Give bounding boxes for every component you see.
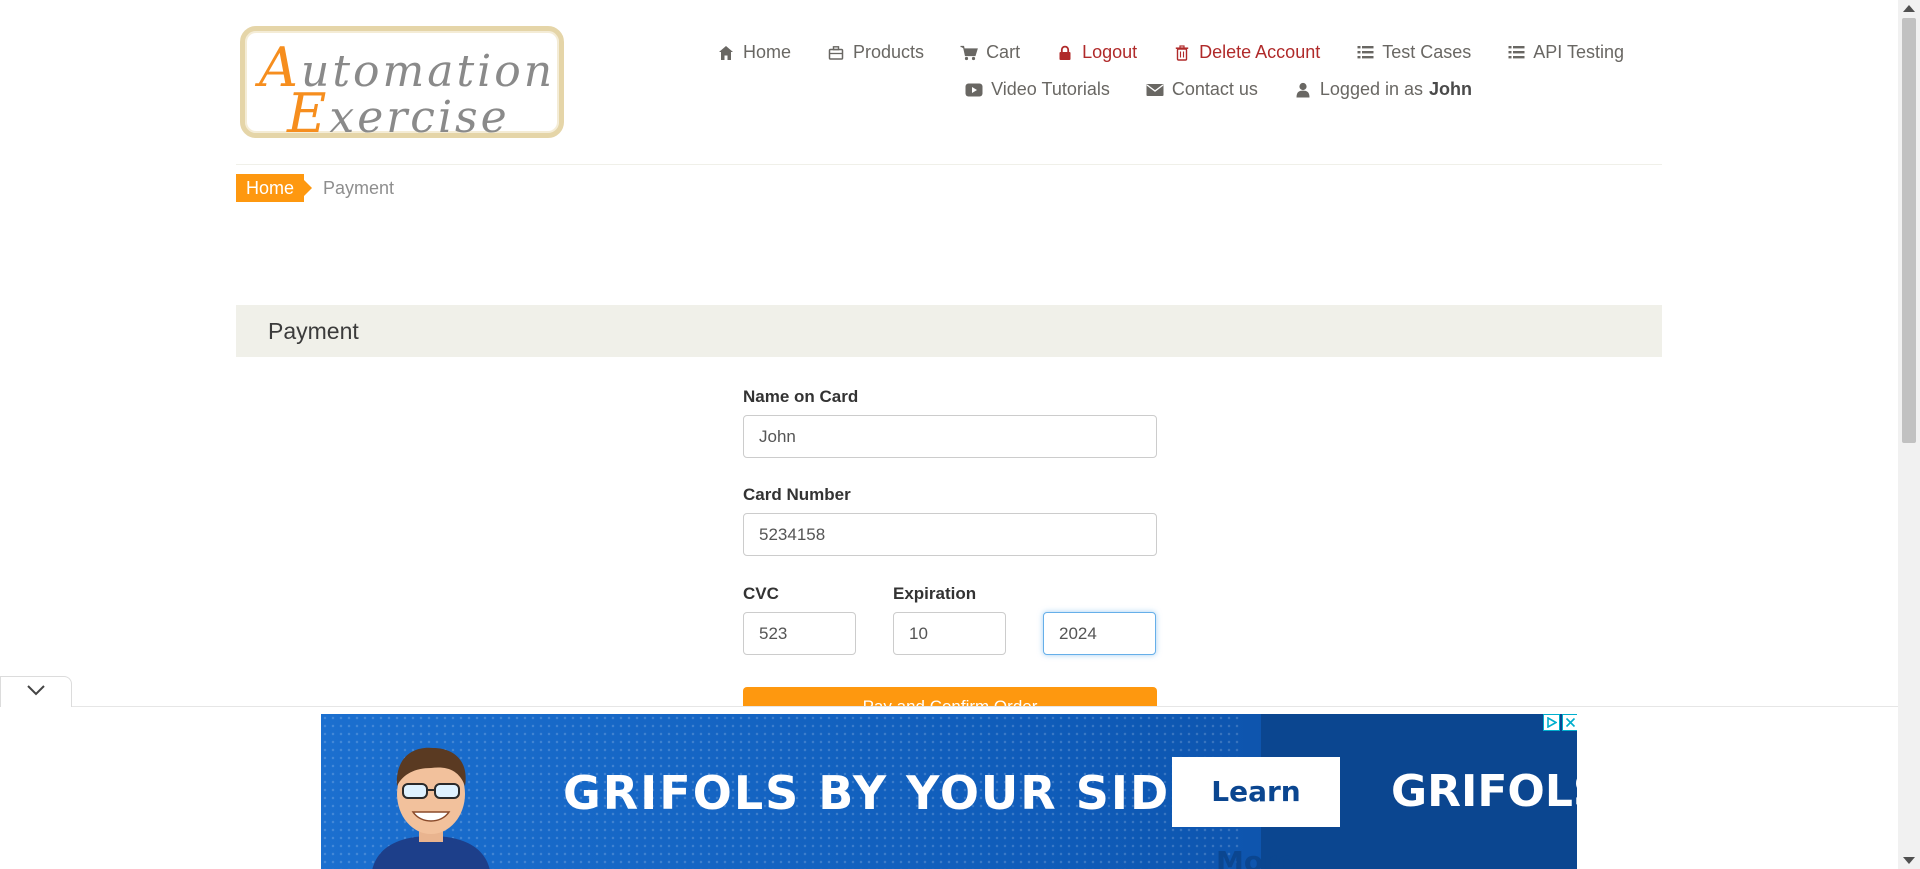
logged-in-username: John (1429, 79, 1472, 99)
cart-icon (960, 44, 978, 62)
card-number-label: Card Number (743, 485, 851, 504)
nav-label: Logged in as (1319, 79, 1423, 99)
nav-products[interactable]: Products (809, 38, 942, 67)
nav-test-cases[interactable]: Test Cases (1338, 38, 1489, 67)
close-icon[interactable] (1562, 714, 1577, 731)
nav-label: API Testing (1533, 42, 1624, 62)
ad-headline: GRIFOLS BY YOUR SIDE (563, 766, 1204, 820)
user-icon (1294, 81, 1312, 99)
card-number-input[interactable] (743, 513, 1157, 556)
nav-video-tutorials[interactable]: Video Tutorials (947, 75, 1128, 104)
scroll-thumb[interactable] (1902, 18, 1916, 443)
breadcrumb-home[interactable]: Home (236, 174, 313, 202)
expiration-label: Expiration (893, 584, 977, 603)
nav-label: Test Cases (1382, 42, 1472, 62)
expiration-month-column: Expiration (893, 584, 1006, 655)
nav-logged-in-as[interactable]: Logged in as John (1276, 75, 1490, 104)
youtube-play-icon (965, 81, 983, 99)
vertical-scrollbar[interactable] (1898, 0, 1920, 869)
list-icon (1356, 44, 1374, 62)
nav-row-1: Home Products Cart Logout Delete Account… (642, 38, 1642, 67)
name-on-card-input[interactable] (743, 415, 1157, 458)
lock-icon (1056, 44, 1074, 62)
cvc-column: CVC (743, 584, 856, 655)
nav-label: Home (743, 42, 792, 62)
ad-banner[interactable]: GRIFOLS BY YOUR SIDE Learn More GRIFOLS (321, 714, 1577, 869)
breadcrumb-current: Payment (323, 178, 395, 198)
name-on-card-label: Name on Card (743, 387, 859, 406)
ad-learn-more-button[interactable]: Learn More (1172, 757, 1340, 869)
adchoices-icon[interactable] (1543, 714, 1560, 731)
ad-choices (1543, 714, 1577, 731)
header-divider (236, 164, 1662, 165)
ad-collapse-toggle[interactable] (0, 676, 72, 707)
nav-label: Delete Account (1199, 42, 1321, 62)
cvc-expiration-row: CVC Expiration (743, 584, 1157, 655)
expiration-year-input[interactable] (1043, 612, 1156, 655)
nav-label: Cart (986, 42, 1021, 62)
payment-heading: Payment (236, 305, 1662, 357)
scroll-down-arrow-icon[interactable] (1903, 857, 1915, 864)
nav-row-2: Video Tutorials Contact us Logged in as … (642, 75, 1490, 104)
logo-line-2: Exercise (287, 82, 510, 145)
main-nav: Home Products Cart Logout Delete Account… (642, 38, 1642, 104)
ad-person-illustration (361, 728, 501, 869)
home-icon (717, 44, 735, 62)
nav-label: Logout (1082, 42, 1138, 62)
nav-label: Contact us (1171, 79, 1258, 99)
cvc-input[interactable] (743, 612, 856, 655)
list-icon (1507, 44, 1525, 62)
nav-home[interactable]: Home (699, 38, 809, 67)
site-logo[interactable]: Automation Exercise (240, 26, 564, 145)
nav-label: Products (853, 42, 925, 62)
trash-icon (1173, 44, 1191, 62)
nav-cart[interactable]: Cart (942, 38, 1038, 67)
briefcase-icon (827, 44, 845, 62)
nav-contact-us[interactable]: Contact us (1128, 75, 1276, 104)
expiration-month-input[interactable] (893, 612, 1006, 655)
scroll-up-arrow-icon[interactable] (1903, 5, 1915, 12)
nav-label: Video Tutorials (991, 79, 1110, 99)
chevron-down-icon (26, 683, 46, 701)
payment-form: Name on Card Card Number CVC Expiration (743, 387, 1157, 655)
cvc-label: CVC (743, 584, 779, 603)
expiration-year-column (1043, 584, 1156, 655)
envelope-icon (1146, 81, 1164, 99)
nav-api-testing[interactable]: API Testing (1489, 38, 1642, 67)
ad-brand-logo: GRIFOLS (1391, 766, 1577, 817)
nav-delete-account[interactable]: Delete Account (1155, 38, 1338, 67)
nav-logout[interactable]: Logout (1038, 38, 1155, 67)
